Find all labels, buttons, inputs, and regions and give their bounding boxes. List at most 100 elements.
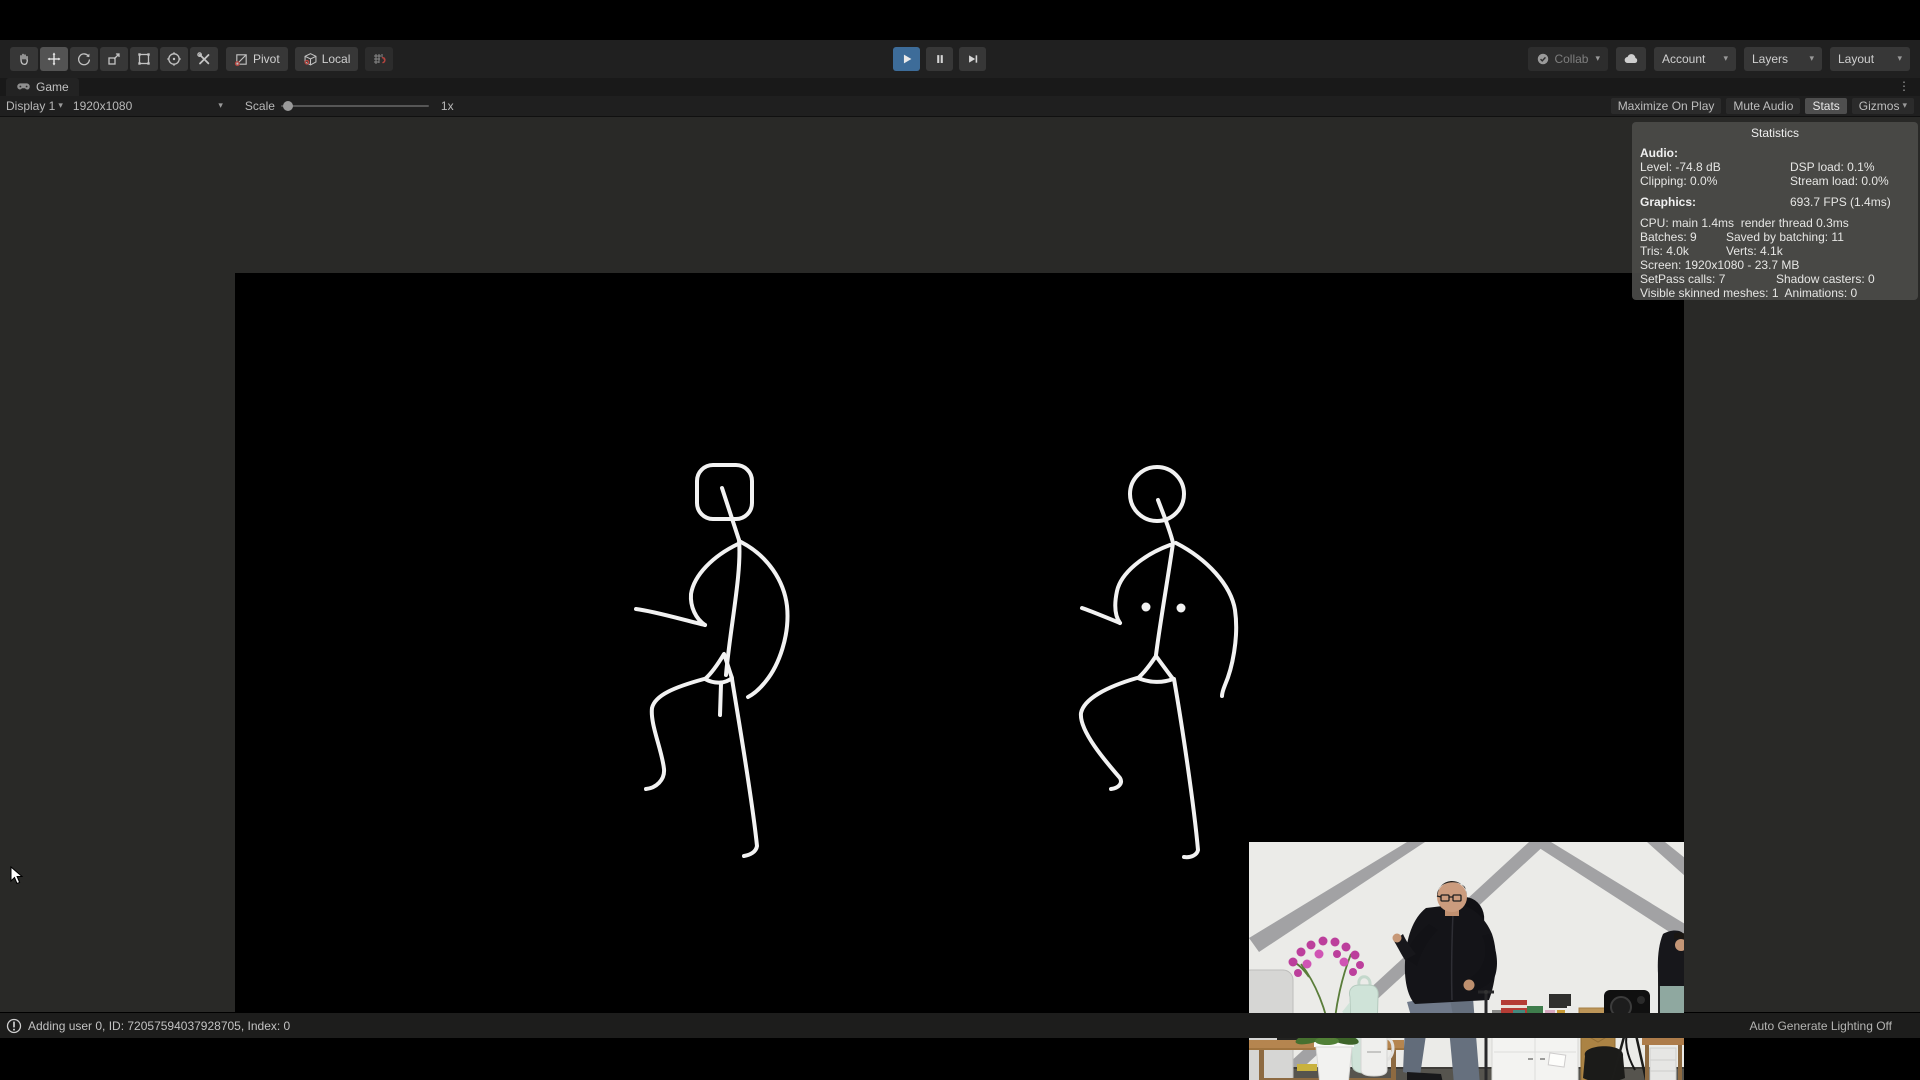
screen-row: Screen: 1920x1080 - 23.7 MB: [1640, 258, 1910, 272]
layers-dropdown[interactable]: Layers ▾: [1744, 47, 1822, 71]
main-toolbar: Pivot Local: [0, 40, 1920, 79]
account-dropdown[interactable]: Account ▾: [1654, 47, 1736, 71]
game-bar-toggles: Maximize On Play Mute Audio Stats Gizmos…: [1611, 98, 1914, 114]
statistics-panel: Statistics Audio: Level: -74.8 dB DSP lo…: [1632, 122, 1918, 300]
display-dropdown-icon: ▾: [58, 101, 63, 111]
hand-icon: [16, 51, 32, 67]
right-person: [1658, 931, 1684, 986]
audio-row-1: Level: -74.8 dB DSP load: 0.1%: [1640, 160, 1910, 174]
setpass-calls-value: SetPass calls: 7: [1640, 272, 1776, 286]
grid-snap-icon: [371, 51, 387, 67]
statistics-title: Statistics: [1640, 126, 1910, 140]
batches-value: Batches: 9: [1640, 230, 1726, 244]
stick-figure-left: [636, 465, 787, 856]
rotate-icon: [76, 51, 92, 67]
audio-row-2: Clipping: 0.0% Stream load: 0.0%: [1640, 174, 1910, 188]
setpass-row: SetPass calls: 7 Shadow casters: 0: [1640, 272, 1910, 286]
display-dropdown[interactable]: Display 1 ▾: [6, 99, 63, 113]
cloud-button[interactable]: [1616, 47, 1646, 71]
verts-value: Verts: 4.1k: [1726, 244, 1783, 258]
cpu-row: CPU: main 1.4ms render thread 0.3ms: [1640, 216, 1910, 230]
move-tool-button[interactable]: [40, 47, 68, 71]
rect-transform-icon: [136, 51, 152, 67]
transform-tool-button[interactable]: [160, 47, 188, 71]
rect-tool-button[interactable]: [130, 47, 158, 71]
display-label: Display 1: [6, 99, 55, 113]
skinned-meshes-row: Visible skinned meshes: 1 Animations: 0: [1640, 286, 1910, 300]
status-message-text: Adding user 0, ID: 72057594037928705, In…: [28, 1019, 290, 1033]
game-render-area[interactable]: [235, 273, 1684, 1080]
local-axis-icon: [303, 52, 318, 67]
batches-row: Batches: 9 Saved by batching: 11: [1640, 230, 1910, 244]
available-tools-icon: [196, 51, 212, 67]
pivot-toggle-button[interactable]: Pivot: [226, 47, 288, 71]
pivot-local-group: Pivot Local: [226, 47, 393, 71]
pivot-icon: [234, 52, 249, 67]
custom-tool-button[interactable]: [190, 47, 218, 71]
pause-button[interactable]: [926, 47, 953, 71]
gamepad-icon: [16, 82, 31, 93]
stick-figure-right: [1081, 467, 1236, 857]
local-label: Local: [322, 52, 351, 66]
play-controls: [893, 47, 986, 71]
layout-dropdown[interactable]: Layout ▾: [1830, 47, 1910, 71]
tab-bar: Game ⋮: [0, 78, 1920, 96]
game-view-bar: Display 1 ▾ 1920x1080 ▾ Scale 1x Maximiz…: [0, 96, 1920, 117]
scale-label: Scale: [245, 99, 275, 113]
local-toggle-button[interactable]: Local: [295, 47, 359, 71]
resolution-label: 1920x1080: [73, 99, 132, 113]
shadow-casters-value: Shadow casters: 0: [1776, 272, 1875, 286]
maximize-on-play-label: Maximize On Play: [1618, 99, 1715, 113]
resolution-dropdown-icon: ▾: [218, 101, 223, 111]
graphics-heading: Graphics:: [1640, 195, 1790, 209]
webcam-video-overlay: [1249, 842, 1684, 1080]
layers-dropdown-icon: ▾: [1809, 54, 1814, 64]
audio-clipping: Clipping: 0.0%: [1640, 174, 1790, 188]
info-icon: [6, 1018, 22, 1034]
gizmos-dropdown-icon: ▾: [1902, 101, 1907, 111]
scale-tool-button[interactable]: [100, 47, 128, 71]
resolution-dropdown[interactable]: 1920x1080 ▾: [73, 99, 223, 113]
graphics-heading-row: Graphics: 693.7 FPS (1.4ms): [1640, 195, 1910, 209]
collab-dropdown-icon: ▾: [1595, 54, 1600, 64]
play-button[interactable]: [893, 47, 920, 71]
scale-slider-track[interactable]: [281, 105, 429, 107]
step-button[interactable]: [959, 47, 986, 71]
fps-value: 693.7 FPS (1.4ms): [1790, 195, 1891, 209]
account-dropdown-icon: ▾: [1723, 54, 1728, 64]
mute-audio-label: Mute Audio: [1733, 99, 1793, 113]
grid-snap-button[interactable]: [365, 47, 393, 71]
scale-icon: [106, 51, 122, 67]
collab-button[interactable]: Collab ▾: [1528, 47, 1608, 71]
status-bar: Adding user 0, ID: 72057594037928705, In…: [0, 1013, 1920, 1038]
layout-label: Layout: [1838, 52, 1874, 66]
toolbar-right-group: Collab ▾ Account ▾ Layers ▾ Layout ▾: [1528, 47, 1910, 71]
scale-slider-knob[interactable]: [283, 101, 293, 111]
mute-audio-toggle[interactable]: Mute Audio: [1726, 98, 1800, 114]
collab-check-icon: [1536, 52, 1550, 66]
pivot-label: Pivot: [253, 52, 280, 66]
move-icon: [46, 51, 62, 67]
console-status-message[interactable]: Adding user 0, ID: 72057594037928705, In…: [6, 1018, 290, 1034]
pause-icon: [933, 52, 947, 66]
play-icon: [900, 52, 914, 66]
stats-toggle[interactable]: Stats: [1805, 98, 1846, 114]
layout-dropdown-icon: ▾: [1897, 54, 1902, 64]
rotate-tool-button[interactable]: [70, 47, 98, 71]
collab-label: Collab: [1554, 52, 1588, 66]
universal-transform-icon: [166, 51, 182, 67]
step-icon: [966, 52, 980, 66]
audio-stream-load: Stream load: 0.0%: [1790, 174, 1889, 188]
tris-row: Tris: 4.0k Verts: 4.1k: [1640, 244, 1910, 258]
gizmos-dropdown[interactable]: Gizmos ▾: [1852, 98, 1914, 114]
panel-menu-icon[interactable]: ⋮: [1898, 79, 1910, 93]
audio-heading: Audio:: [1640, 146, 1910, 160]
audio-dsp-load: DSP load: 0.1%: [1790, 160, 1875, 174]
black-bag: [1583, 1046, 1625, 1080]
maximize-on-play-toggle[interactable]: Maximize On Play: [1611, 98, 1722, 114]
hand-tool-button[interactable]: [10, 47, 38, 71]
tab-game[interactable]: Game: [6, 78, 79, 96]
tab-game-label: Game: [36, 80, 69, 94]
tris-value: Tris: 4.0k: [1640, 244, 1726, 258]
unity-editor-window: Pivot Local: [0, 0, 1920, 1080]
